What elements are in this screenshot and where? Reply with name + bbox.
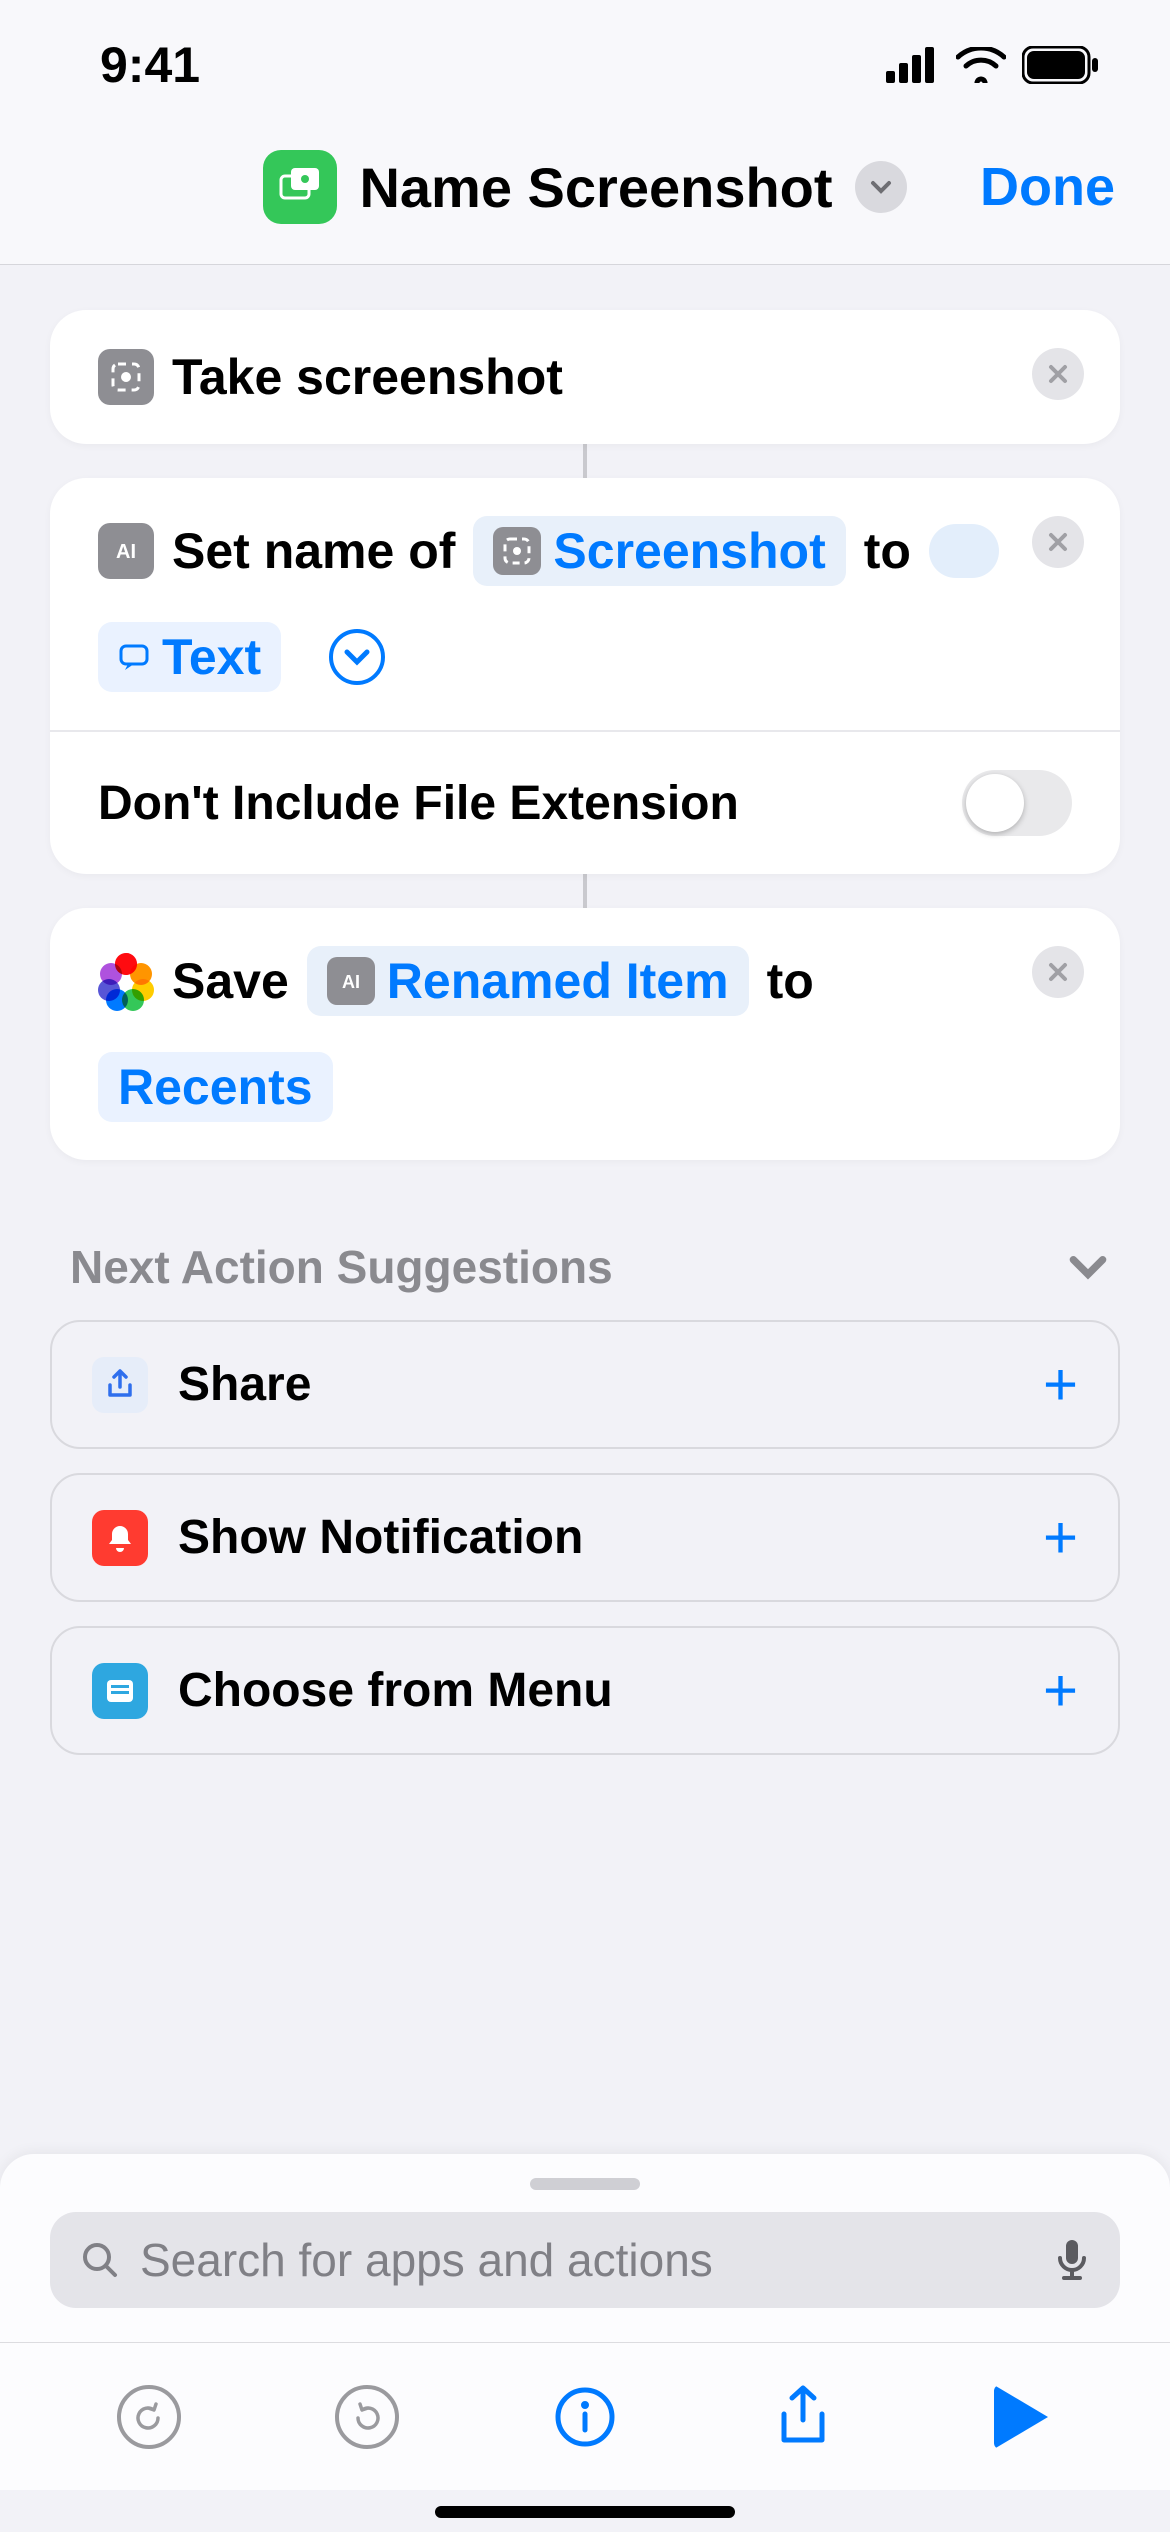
share-button[interactable] (767, 2381, 839, 2453)
notification-icon (92, 1510, 148, 1566)
info-button[interactable] (549, 2381, 621, 2453)
chevron-down-icon (1066, 1245, 1110, 1289)
shortcut-icon (263, 150, 337, 224)
title-menu-chevron[interactable] (855, 161, 907, 213)
dictation-icon[interactable] (1054, 2238, 1090, 2282)
action-text-prefix: Set name of (172, 522, 455, 580)
search-field[interactable] (50, 2212, 1120, 2308)
suggestion-choose-menu[interactable]: Choose from Menu + (50, 1626, 1120, 1755)
svg-text:AI: AI (342, 972, 360, 992)
status-time: 9:41 (100, 36, 200, 94)
done-button[interactable]: Done (980, 156, 1115, 218)
connector (583, 444, 587, 478)
rename-icon: AI (327, 957, 375, 1005)
home-indicator (435, 2506, 735, 2518)
status-bar: 9:41 (0, 0, 1170, 130)
extension-switch[interactable] (962, 770, 1072, 836)
share-icon (92, 1357, 148, 1413)
delete-action-button[interactable] (1032, 516, 1084, 568)
connector (583, 874, 587, 908)
wifi-icon (956, 47, 1006, 83)
add-suggestion-button[interactable]: + (1043, 1503, 1078, 1572)
action-text-mid: to (864, 522, 911, 580)
option-label: Don't Include File Extension (98, 776, 739, 831)
run-button[interactable] (985, 2381, 1057, 2453)
screenshot-icon (98, 349, 154, 405)
action-set-name[interactable]: AI Set name of Screenshot to Text Don't … (50, 478, 1120, 874)
photos-app-icon (98, 953, 154, 1009)
suggestion-share[interactable]: Share + (50, 1320, 1120, 1449)
add-suggestion-button[interactable]: + (1043, 1350, 1078, 1419)
variable-renamed-item-token[interactable]: AI Renamed Item (307, 946, 749, 1016)
action-take-screenshot[interactable]: Take screenshot (50, 310, 1120, 444)
nav-bar: Name Screenshot Done (0, 130, 1170, 265)
delete-action-button[interactable] (1032, 946, 1084, 998)
redo-button[interactable] (331, 2381, 403, 2453)
search-panel[interactable] (0, 2154, 1170, 2342)
show-options-toggle[interactable] (329, 629, 385, 685)
undo-button[interactable] (113, 2381, 185, 2453)
variable-screenshot-token[interactable]: Screenshot (473, 516, 845, 586)
sheet-grabber[interactable] (530, 2178, 640, 2190)
bottom-toolbar (0, 2342, 1170, 2490)
variable-label: Renamed Item (387, 952, 729, 1010)
menu-icon (92, 1663, 148, 1719)
shortcut-title: Name Screenshot (359, 155, 832, 220)
option-dont-include-extension: Don't Include File Extension (50, 732, 1120, 874)
rename-icon: AI (98, 523, 154, 579)
status-indicators (886, 46, 1100, 84)
text-variable-token[interactable]: Text (98, 622, 281, 692)
suggestion-notification[interactable]: Show Notification + (50, 1473, 1120, 1602)
actions-editor: Take screenshot AI Set name of Screensho… (0, 265, 1170, 1755)
variable-label: Screenshot (553, 522, 825, 580)
suggestions-header[interactable]: Next Action Suggestions (50, 1198, 1120, 1320)
suggestion-label: Choose from Menu (178, 1663, 613, 1718)
action-save-to-photos[interactable]: Save AI Renamed Item to Recents (50, 908, 1120, 1160)
action-label: Take screenshot (172, 348, 563, 406)
shortcut-title-group[interactable]: Name Screenshot (263, 150, 906, 224)
album-recents-token[interactable]: Recents (98, 1052, 333, 1122)
svg-text:AI: AI (116, 541, 136, 563)
text-bubble-icon (118, 641, 150, 673)
suggestion-label: Show Notification (178, 1510, 583, 1565)
text-token-label: Text (162, 628, 261, 686)
action-text-prefix: Save (172, 952, 289, 1010)
delete-action-button[interactable] (1032, 348, 1084, 400)
cellular-icon (886, 47, 940, 83)
name-value-placeholder[interactable] (929, 524, 999, 578)
battery-icon (1022, 46, 1100, 84)
add-suggestion-button[interactable]: + (1043, 1656, 1078, 1725)
search-input[interactable] (140, 2233, 1034, 2287)
suggestions-title: Next Action Suggestions (70, 1240, 613, 1294)
album-label: Recents (118, 1058, 313, 1116)
suggestion-label: Share (178, 1357, 311, 1412)
action-text-mid: to (767, 952, 814, 1010)
screenshot-icon (493, 527, 541, 575)
play-icon (994, 2385, 1048, 2449)
search-icon (80, 2240, 120, 2280)
